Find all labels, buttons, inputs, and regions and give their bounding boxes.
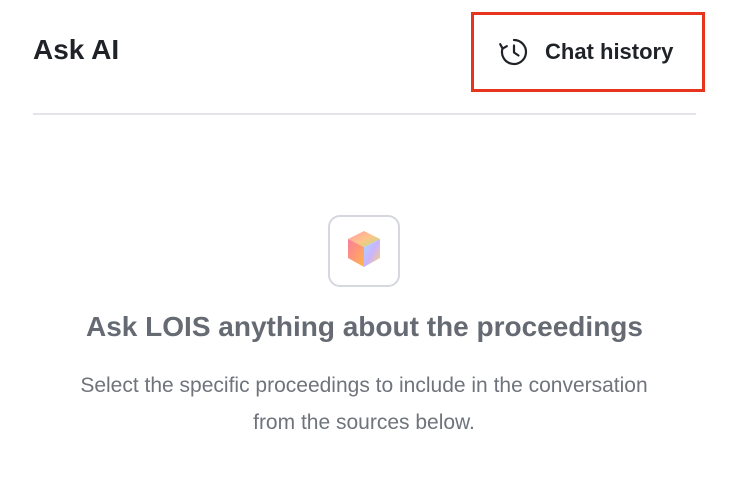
gradient-cube-icon: [342, 227, 386, 276]
empty-state-heading: Ask LOIS anything about the proceedings: [86, 311, 643, 342]
empty-state-description: Select the specific proceedings to inclu…: [80, 374, 648, 434]
ask-ai-panel: Ask AI Chat history Ask LOIS anything ab…: [0, 0, 729, 487]
chat-history-button[interactable]: Chat history: [471, 12, 705, 92]
clock-history-icon: [497, 35, 531, 69]
chat-history-label: Chat history: [545, 39, 674, 64]
lois-logo: [328, 215, 400, 287]
header-divider: [33, 113, 696, 115]
panel-title: Ask AI: [33, 34, 120, 65]
